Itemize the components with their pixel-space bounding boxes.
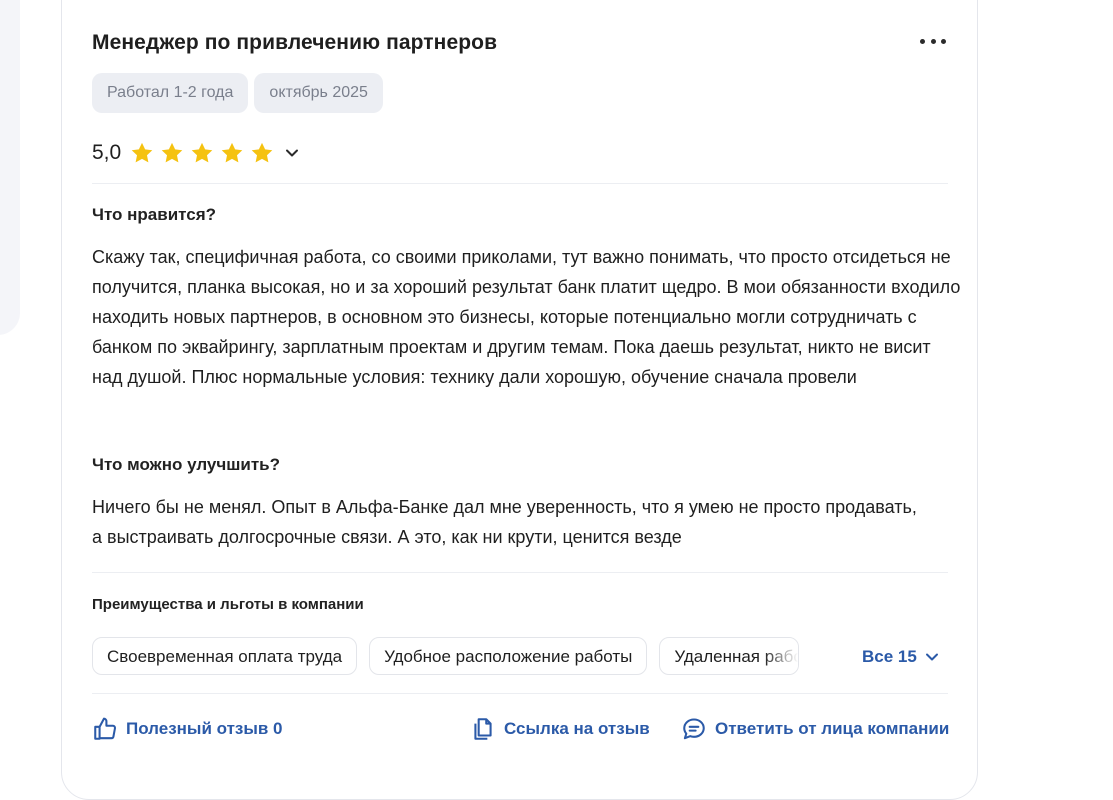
rating-value: 5,0 <box>92 141 122 164</box>
benefit-chip[interactable]: Своевременная оплата труда <box>92 637 358 675</box>
benefit-chips: Своевременная оплата труда Удобное распо… <box>92 637 800 675</box>
review-actions: Полезный отзыв 0 Ссылка на отзыв Ответит… <box>0 716 1113 750</box>
thumbs-up-icon <box>94 717 117 740</box>
copy-link-label: Ссылка на отзыв <box>504 719 650 738</box>
more-dot <box>920 38 925 44</box>
star-icon <box>251 142 273 163</box>
divider <box>92 183 948 184</box>
benefit-chip[interactable]: Удобное расположение работы <box>369 637 648 675</box>
star-icon <box>191 142 213 163</box>
divider <box>92 572 948 573</box>
copy-icon <box>474 718 492 740</box>
all-benefits-label: Все 15 <box>862 647 917 666</box>
benefit-chip[interactable]: Удаленная работа <box>659 637 800 675</box>
reply-label: Ответить от лица компании <box>715 719 950 738</box>
chevron-down-icon[interactable] <box>285 146 299 160</box>
review-card <box>61 0 978 800</box>
rating-stars <box>129 140 275 166</box>
likes-title: Что нравится? <box>92 205 217 224</box>
all-benefits-button[interactable]: Все 15 <box>862 647 939 667</box>
helpful-label: Полезный отзыв 0 <box>126 719 283 738</box>
reply-button[interactable]: Ответить от лица компании <box>681 716 949 742</box>
tag-experience: Работал 1-2 года <box>92 73 249 113</box>
star-icon <box>161 142 183 163</box>
more-icon[interactable] <box>918 31 948 51</box>
more-dot <box>941 38 946 44</box>
star-icon <box>221 142 243 163</box>
helpful-button[interactable]: Полезный отзыв 0 <box>92 716 283 742</box>
likes-text: Скажу так, специфичная работа, со своими… <box>92 247 961 387</box>
chevron-down-icon <box>925 653 938 661</box>
benefits-title: Преимущества и льготы в компании <box>92 596 364 613</box>
divider <box>92 693 948 694</box>
left-side-panel <box>0 0 20 335</box>
rating: 5,0 <box>92 140 299 166</box>
improve-text: Ничего бы не менял. Опыт в Альфа-Банке д… <box>92 497 917 547</box>
review-tags: Работал 1-2 года октябрь 2025 <box>92 73 383 113</box>
comment-icon <box>683 718 705 740</box>
copy-link-button[interactable]: Ссылка на отзыв <box>470 716 650 742</box>
more-dot <box>930 38 936 44</box>
tag-date: октябрь 2025 <box>254 73 383 113</box>
review-title: Менеджер по привлечению партнеров <box>92 31 498 54</box>
improve-title: Что можно улучшить? <box>92 455 281 474</box>
star-icon <box>131 142 153 163</box>
